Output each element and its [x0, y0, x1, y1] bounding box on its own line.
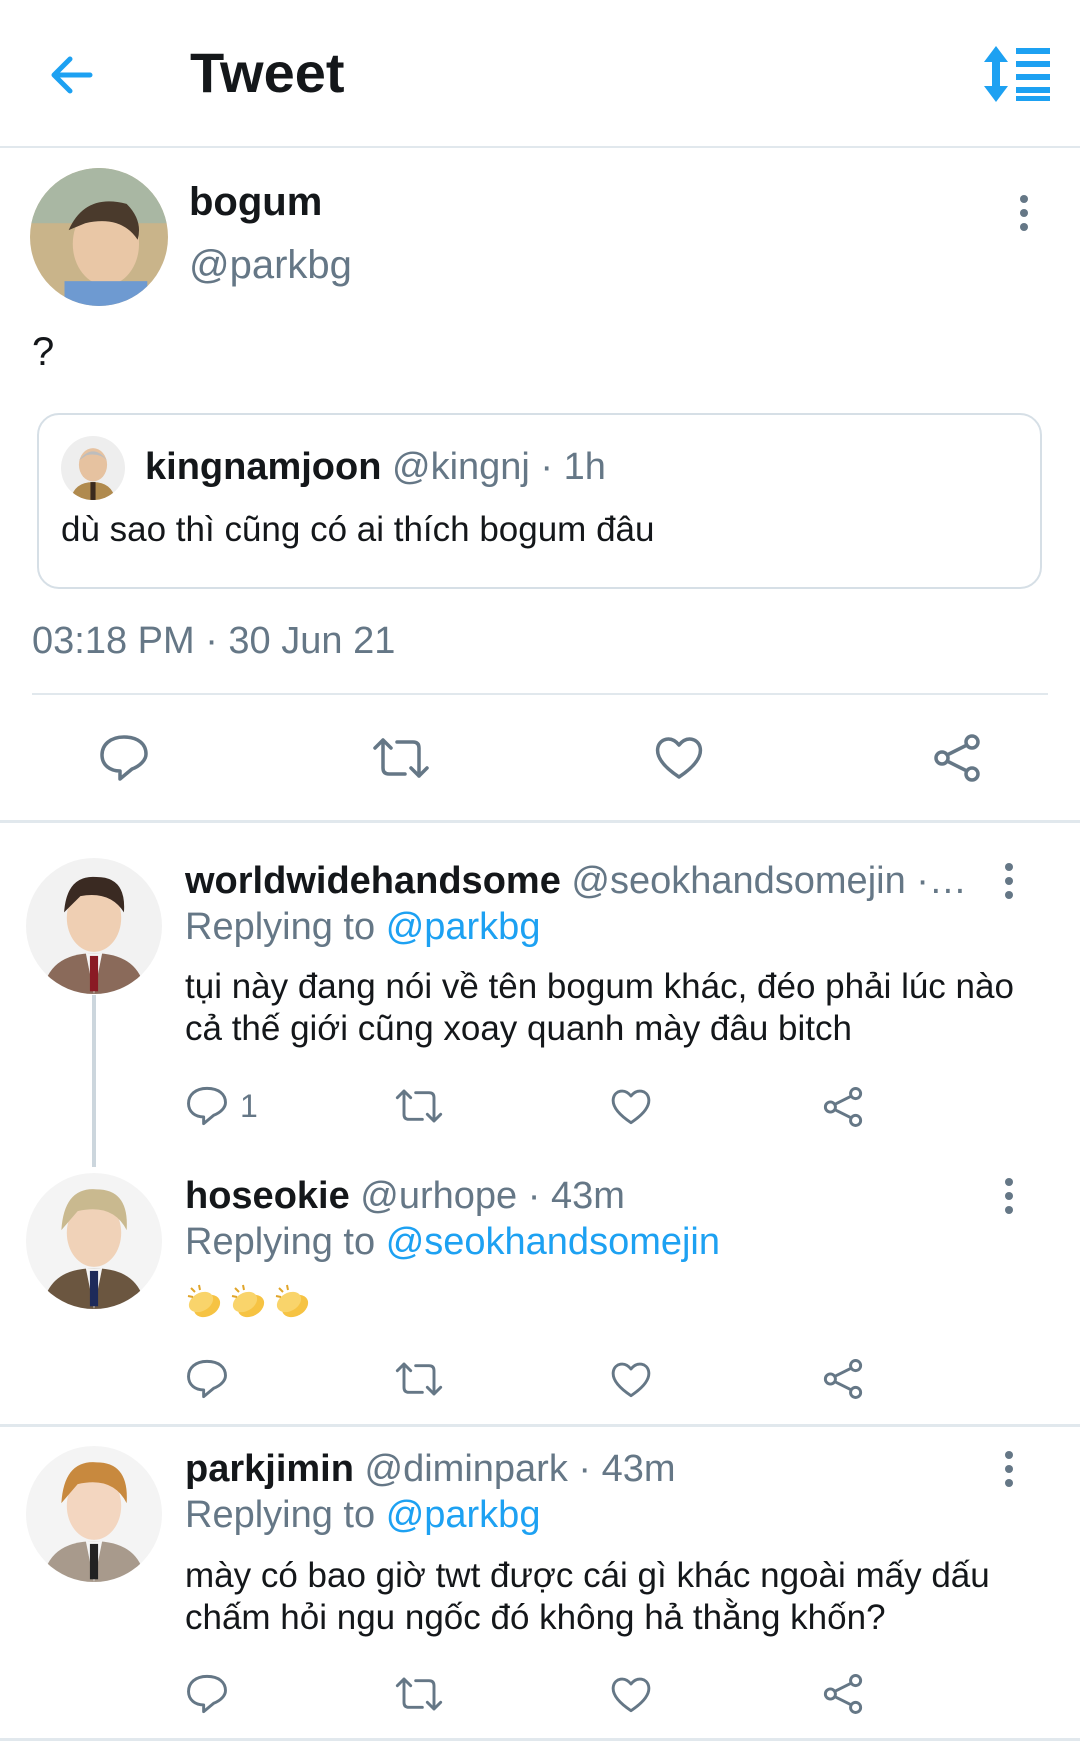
- mention-link[interactable]: @parkbg: [386, 1494, 541, 1536]
- quoted-tweet-card[interactable]: [37, 413, 1042, 589]
- author-handle[interactable]: @parkbg: [189, 243, 352, 288]
- reply-header: parkjimin @diminpark · 43m: [185, 1448, 676, 1491]
- like-button[interactable]: [609, 1359, 653, 1399]
- reply-count: 1: [240, 1088, 258, 1124]
- reply-icon: [100, 735, 148, 781]
- more-options-icon[interactable]: [999, 1449, 1019, 1489]
- heart-icon: [611, 1362, 651, 1398]
- retweet-icon: [395, 1362, 443, 1396]
- share-button[interactable]: [822, 1086, 864, 1128]
- reply-author-meta[interactable]: @urhope · 43m: [360, 1175, 625, 1217]
- quoted-author-name: kingnamjoon: [145, 446, 382, 488]
- heart-icon: [611, 1677, 651, 1713]
- replying-to-label: Replying to: [185, 906, 376, 948]
- like-button[interactable]: [609, 1674, 653, 1714]
- reply-text: mày có bao giờ twt được cái gì khác ngoà…: [185, 1556, 990, 1637]
- replying-to: Replying to @seokhandsomejin: [185, 1221, 720, 1264]
- replying-to-label: Replying to: [185, 1221, 376, 1263]
- reply-author-name[interactable]: worldwidehandsome: [185, 860, 561, 902]
- reply-header: hoseokie @urhope · 43m: [185, 1175, 625, 1218]
- retweet-button[interactable]: [394, 1086, 444, 1126]
- quoted-author-meta: @kingnj · 1h: [392, 446, 606, 488]
- back-arrow-icon[interactable]: [46, 50, 96, 100]
- reply-icon: [187, 1086, 227, 1126]
- clapping-hands-icon: [187, 1284, 221, 1318]
- reply-text: tụi này đang nói về tên bogum khác, đéo …: [185, 967, 1014, 1048]
- reply-author-meta[interactable]: @diminpark · 43m: [365, 1448, 676, 1490]
- heart-icon: [611, 1089, 651, 1125]
- avatar[interactable]: [26, 1446, 162, 1582]
- tweet-text: ?: [32, 330, 55, 374]
- clapping-hands-icon: [275, 1284, 309, 1318]
- reply-button[interactable]: [185, 1085, 229, 1127]
- clapping-hands-icon: [231, 1284, 265, 1318]
- avatar[interactable]: [30, 168, 168, 306]
- share-icon: [823, 1087, 863, 1127]
- quoted-tweet-header: kingnamjoon @kingnj · 1h: [145, 446, 606, 489]
- share-icon: [823, 1674, 863, 1714]
- like-button[interactable]: [609, 1086, 653, 1126]
- divider: [0, 1424, 1080, 1427]
- retweet-icon: [373, 738, 429, 778]
- retweet-button[interactable]: [394, 1359, 444, 1399]
- author-name[interactable]: bogum: [189, 180, 322, 225]
- share-button[interactable]: [822, 1673, 864, 1715]
- tweet-timestamp: 03:18 PM · 30 Jun 21: [32, 620, 396, 662]
- avatar: [61, 436, 125, 500]
- sort-timeline-icon[interactable]: [982, 46, 1052, 102]
- replying-to-label: Replying to: [185, 1494, 376, 1536]
- reply-icon: [187, 1674, 227, 1714]
- heart-icon: [655, 737, 703, 779]
- divider: [32, 693, 1048, 695]
- retweet-button[interactable]: [371, 734, 431, 782]
- avatar[interactable]: [26, 1173, 162, 1309]
- mention-link[interactable]: @seokhandsomejin: [386, 1221, 720, 1263]
- quoted-tweet-text: dù sao thì cũng có ai thích bogum đâu: [61, 510, 655, 549]
- divider: [0, 820, 1080, 823]
- share-button[interactable]: [932, 733, 982, 783]
- reply-button[interactable]: [185, 1673, 229, 1715]
- retweet-icon: [395, 1089, 443, 1123]
- retweet-icon: [395, 1677, 443, 1711]
- replying-to: Replying to @parkbg: [185, 1494, 540, 1537]
- divider: [0, 1738, 1080, 1741]
- like-button[interactable]: [653, 733, 705, 781]
- more-options-icon[interactable]: [999, 1176, 1019, 1216]
- top-bar: Tweet: [0, 0, 1080, 148]
- reply-icon: [187, 1359, 227, 1399]
- reply-button[interactable]: [185, 1358, 229, 1400]
- page-title: Tweet: [190, 41, 345, 104]
- avatar[interactable]: [26, 858, 162, 994]
- reply-emoji: 👏👏👏: [185, 1282, 1015, 1328]
- mention-link[interactable]: @parkbg: [386, 906, 541, 948]
- reply-author-name[interactable]: parkjimin: [185, 1448, 354, 1490]
- share-icon: [934, 734, 980, 782]
- more-options-icon[interactable]: [999, 861, 1019, 901]
- reply-header: worldwidehandsome @seokhandsomejin ·…: [185, 860, 967, 903]
- reply-author-name[interactable]: hoseokie: [185, 1175, 350, 1217]
- share-button[interactable]: [822, 1358, 864, 1400]
- reply-author-meta[interactable]: @seokhandsomejin ·…: [571, 860, 967, 902]
- replying-to: Replying to @parkbg: [185, 906, 540, 949]
- reply-button[interactable]: [98, 733, 150, 783]
- retweet-button[interactable]: [394, 1674, 444, 1714]
- share-icon: [823, 1359, 863, 1399]
- more-options-icon[interactable]: [1014, 193, 1034, 233]
- thread-connector: [92, 995, 96, 1167]
